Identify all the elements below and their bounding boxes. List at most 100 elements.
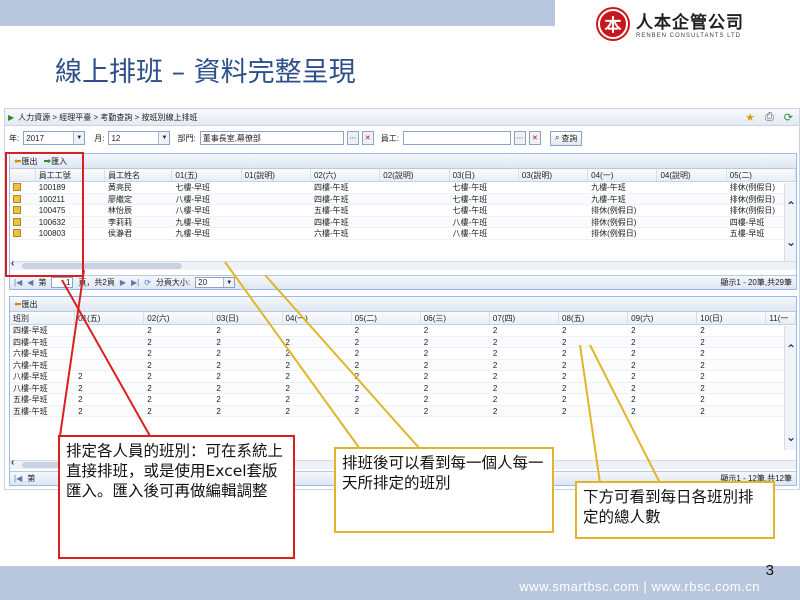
pager-display: 顯示1 - 20筆,共29筆 [720, 278, 792, 287]
column-header[interactable]: 09(六) [628, 312, 698, 324]
dept-clear-button[interactable]: ✕ [361, 131, 374, 145]
table-row[interactable]: 八樓-早班 2 2 2 2 2 2 2 2 2 2 [10, 371, 796, 383]
dept-input[interactable]: 董事長室,幕僚部 [199, 131, 344, 145]
table-cell: 五樓-早班 [13, 395, 48, 404]
table-cell [75, 325, 144, 336]
column-header[interactable]: 03(日) [450, 169, 519, 181]
table-cell: 九樓-午班 [591, 194, 626, 204]
table-row[interactable]: 四樓-午班 2 2 2 2 2 2 2 2 2 [10, 336, 796, 348]
chevron-up-icon[interactable]: ⌃ [786, 199, 796, 213]
table-cell: 廖繼定 [108, 194, 133, 204]
column-header[interactable]: 04(一) [588, 169, 658, 181]
table-row[interactable]: 100803 侯瀞君 九樓-早班 六樓-午班 八樓-午班 排休(例假日) 五樓-早班 [10, 228, 796, 240]
refresh-icon[interactable]: ⟳ [784, 111, 793, 124]
chevron-down-icon[interactable]: ⌄ [786, 235, 796, 249]
column-header[interactable]: 05(二) [727, 169, 796, 181]
column-header[interactable]: 03(說明) [519, 169, 589, 181]
column-header[interactable]: 04(說明) [657, 169, 727, 181]
table-cell: 五樓-午班 [13, 406, 48, 416]
column-header[interactable]: 05(二) [352, 312, 421, 324]
chevron-down-icon[interactable]: ⌄ [786, 430, 796, 444]
table-cell: 2 [631, 372, 636, 381]
refresh-icon[interactable]: ⟳ [144, 278, 151, 287]
table-row[interactable]: 100211 廖繼定 八樓-早班 四樓-午班 七樓-午班 九樓-午班 排休(例假日) [10, 193, 796, 205]
column-header[interactable]: 01(五) [75, 312, 145, 324]
query-button[interactable]: ⌕ 查詢 [549, 130, 583, 146]
callout-daily-totals: 下方可看到每日各班別排定的總人數 [575, 481, 775, 539]
table-row[interactable]: 五樓-早班 2 2 2 2 2 2 2 2 2 2 [10, 394, 796, 406]
column-header[interactable]: 11(一 [766, 312, 796, 324]
column-header[interactable]: 02(六) [144, 312, 214, 324]
table-cell: 2 [562, 337, 567, 347]
prev-page-icon[interactable]: ◀ [27, 278, 33, 287]
import-highlight-box [5, 152, 84, 277]
chevron-down-icon[interactable]: ▼ [73, 132, 85, 144]
first-page-icon[interactable]: |◀ [14, 474, 22, 483]
column-header[interactable]: 07(四) [490, 312, 560, 324]
column-header[interactable]: 06(三) [421, 312, 490, 324]
column-header[interactable]: 04(一) [283, 312, 352, 324]
table-cell: 2 [285, 395, 290, 404]
logo-cn: 人本企管公司 [636, 13, 744, 32]
table-cell: 李莉莉 [108, 217, 133, 227]
table-cell [657, 217, 726, 228]
favorite-icon[interactable]: ★ [745, 111, 755, 124]
print-icon[interactable]: ⎙ [765, 111, 774, 124]
table-cell: 2 [631, 360, 636, 370]
table-row[interactable]: 五樓-午班 2 2 2 2 2 2 2 2 2 2 [10, 405, 796, 417]
chevron-up-icon[interactable]: ⌃ [786, 342, 796, 356]
first-page-icon[interactable]: |◀ [14, 278, 22, 287]
table-cell: 四樓-午班 [313, 194, 349, 204]
column-header[interactable]: 03(日) [213, 312, 283, 324]
dept-browse-button[interactable]: ⋯ [346, 131, 359, 145]
table-row[interactable]: 四樓-早班 2 2 2 2 2 2 2 2 [10, 325, 796, 337]
month-select[interactable]: 12 ▼ [108, 131, 171, 145]
table-cell: 2 [423, 326, 429, 335]
chevron-left-icon[interactable]: ‹ [11, 457, 14, 468]
horizontal-scrollbar[interactable]: ‹ [10, 258, 796, 270]
table-cell [519, 228, 588, 239]
table-cell: 2 [700, 337, 705, 347]
table-row[interactable]: 八樓-午班 2 2 2 2 2 2 2 2 2 2 [10, 382, 796, 394]
column-header[interactable]: 08(五) [559, 312, 629, 324]
table-cell: 2 [492, 349, 498, 358]
year-select[interactable]: 2017 ▼ [23, 131, 86, 145]
page-size-select[interactable]: 20 ▼ [195, 277, 236, 288]
table-cell: 八樓-午班 [452, 229, 488, 238]
table-cell: 九樓-早班 [175, 229, 211, 238]
table-cell [380, 205, 449, 216]
next-page-icon[interactable]: ▶ [120, 278, 126, 287]
table-cell: 2 [354, 383, 360, 393]
table-cell [519, 182, 588, 193]
table-cell: 七樓-早班 [175, 183, 211, 192]
vertical-scrollbar[interactable]: ⌃ ⌄ [784, 326, 796, 450]
summary-export-button[interactable]: ⬅匯出 [14, 299, 38, 310]
chevron-down-icon[interactable]: ▼ [158, 132, 170, 144]
table-row[interactable]: 100475 林怡辰 八樓-早班 五樓-午班 七樓-午班 排休(例假日) 排休(例假日) [10, 205, 796, 217]
last-page-icon[interactable]: ▶| [131, 278, 139, 287]
table-cell: 四樓-午班 [313, 183, 349, 192]
table-row[interactable]: 100632 李莉莉 九樓-早班 四樓-午班 八樓-午班 排休(例假日) 四樓-早班 [10, 216, 796, 228]
dept-label: 部門: [177, 133, 196, 143]
table-row[interactable]: 六樓-早班 2 2 2 2 2 2 2 2 2 [10, 348, 796, 360]
table-cell: 五樓-午班 [313, 206, 349, 215]
table-cell: 2 [562, 395, 567, 404]
column-header[interactable]: 02(說明) [380, 169, 450, 181]
vertical-scrollbar[interactable]: ⌃ ⌄ [784, 183, 796, 261]
column-header[interactable]: 10(日) [697, 312, 767, 324]
column-header[interactable]: 01(五) [172, 169, 242, 181]
table-cell: 2 [700, 372, 705, 381]
table-cell: 2 [700, 383, 705, 393]
employee-browse-button[interactable]: ⋯ [513, 131, 526, 145]
column-header[interactable]: 員工姓名 [105, 169, 173, 181]
column-header[interactable]: 02(六) [311, 169, 381, 181]
table-row[interactable]: 100189 黃亮民 七樓-早班 四樓-午班 七樓-午班 九樓-午班 排休(例假日) [10, 182, 796, 194]
table-cell: 2 [562, 383, 567, 393]
table-row[interactable]: 六樓-午班 2 2 2 2 2 2 2 2 2 [10, 359, 796, 371]
employee-clear-button[interactable]: ✕ [528, 131, 541, 145]
table-cell: 2 [562, 326, 567, 335]
page-input[interactable]: 1 [51, 277, 74, 288]
column-header[interactable]: 01(說明) [242, 169, 311, 181]
employee-input[interactable] [402, 131, 511, 145]
column-header[interactable]: 班別 [10, 312, 76, 324]
